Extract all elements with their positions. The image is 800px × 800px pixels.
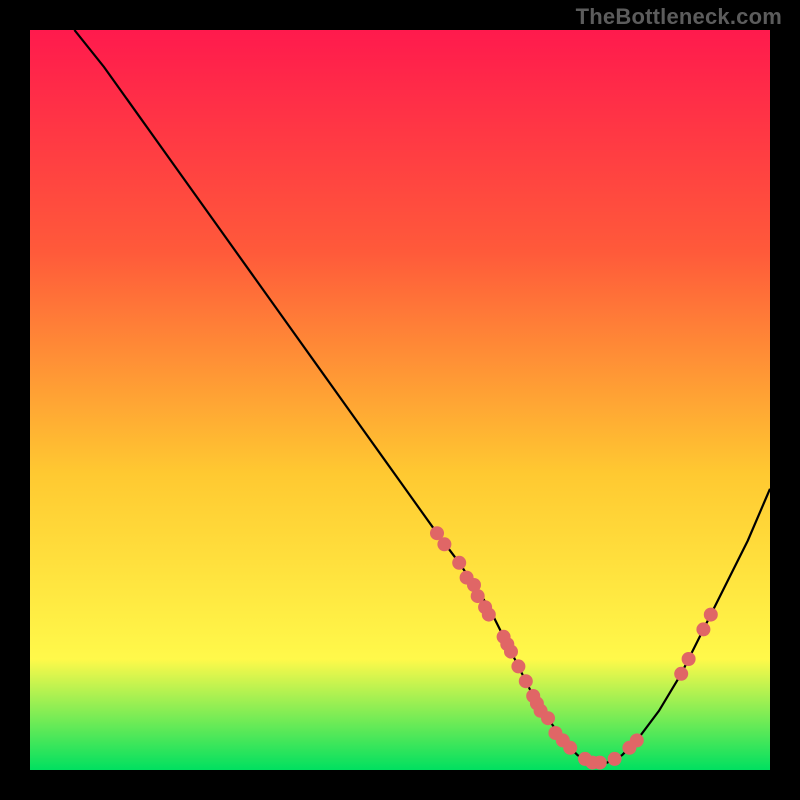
chart-frame: TheBottleneck.com <box>0 0 800 800</box>
sample-point <box>593 756 607 770</box>
sample-point <box>608 752 622 766</box>
gradient-background <box>30 30 770 770</box>
sample-point <box>674 667 688 681</box>
watermark-text: TheBottleneck.com <box>576 4 782 30</box>
sample-point <box>563 741 577 755</box>
sample-point <box>437 537 451 551</box>
sample-point <box>541 711 555 725</box>
sample-point <box>511 659 525 673</box>
sample-point <box>504 645 518 659</box>
sample-point <box>452 556 466 570</box>
sample-point <box>519 674 533 688</box>
sample-point <box>696 622 710 636</box>
sample-point <box>482 608 496 622</box>
sample-point <box>704 608 718 622</box>
chart-svg <box>30 30 770 770</box>
sample-point <box>630 733 644 747</box>
plot-area <box>30 30 770 770</box>
sample-point <box>682 652 696 666</box>
